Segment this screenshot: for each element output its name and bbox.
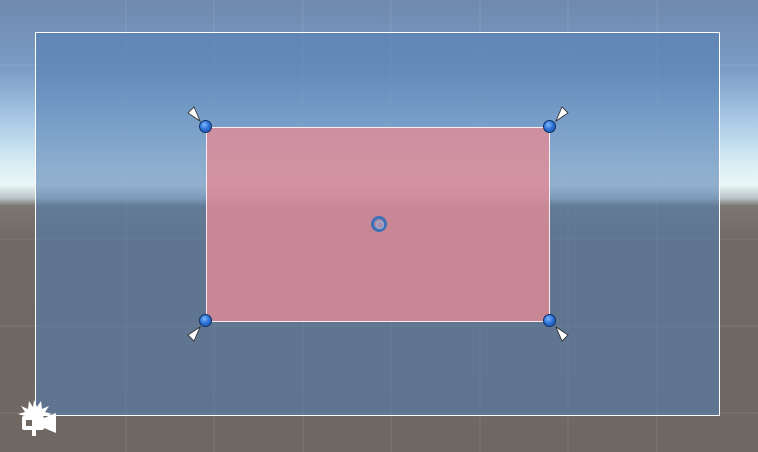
rect-handle-bottom-right[interactable]: [543, 314, 556, 327]
scene-view[interactable]: [0, 0, 758, 452]
rect-handle-bottom-left[interactable]: [199, 314, 212, 327]
camera-gizmo-icon[interactable]: [14, 398, 60, 438]
rect-handle-top-right[interactable]: [543, 120, 556, 133]
pivot-icon[interactable]: [371, 216, 387, 232]
rect-handle-top-left[interactable]: [199, 120, 212, 133]
